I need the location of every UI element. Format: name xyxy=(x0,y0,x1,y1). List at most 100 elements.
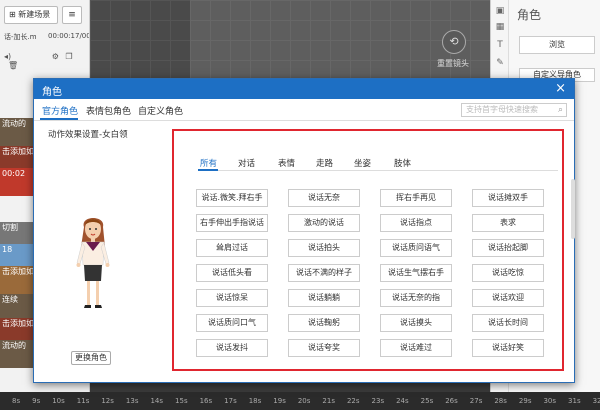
role-source-tabs: 官方角色 表情包角色 自定义角色 支持首字母快速搜索 ⌕ xyxy=(34,99,574,121)
action-button[interactable]: 说话抬起脚 xyxy=(472,239,544,257)
action-button[interactable]: 说话难过 xyxy=(380,339,452,357)
action-button[interactable]: 说话发抖 xyxy=(196,339,268,357)
tab-body[interactable]: 肢体 xyxy=(394,157,411,169)
action-button[interactable]: 表求 xyxy=(472,214,544,232)
action-button[interactable]: 说话质问语气 xyxy=(380,239,452,257)
timeline-tick: 9s xyxy=(32,397,41,405)
action-button[interactable]: 说话低头看 xyxy=(196,264,268,282)
action-category-tabs: 所有 对话 表情 走路 坐姿 肢体 xyxy=(198,155,558,171)
action-button[interactable]: 说话鞠躬 xyxy=(288,314,360,332)
action-button[interactable]: 挥右手再见 xyxy=(380,189,452,207)
menu-icon[interactable]: ≡ xyxy=(62,6,82,24)
tab-dialogue[interactable]: 对话 xyxy=(238,157,255,169)
dialog-header: 角色 × xyxy=(34,79,574,99)
timeline-tick: 17s xyxy=(224,397,237,405)
action-button[interactable]: 说话躺躺 xyxy=(288,289,360,307)
change-role-button[interactable]: 更换角色 xyxy=(71,351,111,365)
picture-icon[interactable]: ▣ xyxy=(495,6,505,16)
copy-icon[interactable]: ❐ xyxy=(65,52,72,61)
timeline-tick: 28s xyxy=(494,397,507,405)
stage-frame xyxy=(190,0,520,82)
right-panel-title: 角色 xyxy=(517,8,542,22)
timeline-tick: 12s xyxy=(101,397,114,405)
scene-name: 话-加长.m xyxy=(4,33,37,41)
tab-custom-roles[interactable]: 自定义角色 xyxy=(138,104,183,117)
timeline-tick: 18s xyxy=(248,397,262,405)
action-button[interactable]: 说话不满的样子 xyxy=(288,264,360,282)
action-button[interactable]: 说话拍头 xyxy=(288,239,360,257)
search-input[interactable]: 支持首字母快速搜索 ⌕ xyxy=(461,103,567,117)
timeline-tick: 31s xyxy=(568,397,581,405)
timeline-tick: 32s xyxy=(592,397,600,405)
timeline-tick: 14s xyxy=(150,397,164,405)
stage-canvas[interactable] xyxy=(90,0,520,82)
timeline-tick: 30s xyxy=(543,397,557,405)
dialog-scrollbar[interactable] xyxy=(571,179,575,239)
tab-expression[interactable]: 表情 xyxy=(278,157,295,169)
timeline-tick: 11s xyxy=(76,397,90,405)
timeline-tick: 13s xyxy=(125,397,139,405)
timeline-tick: 16s xyxy=(199,397,213,405)
tab-all[interactable]: 所有 xyxy=(200,157,217,169)
action-button[interactable]: 说话夸奖 xyxy=(288,339,360,357)
action-button[interactable]: 说话欢迎 xyxy=(472,289,544,307)
search-icon[interactable]: ⌕ xyxy=(558,104,563,116)
browse-button[interactable]: 浏览 xyxy=(519,36,595,54)
timeline-tick: 26s xyxy=(445,397,458,405)
action-setting-label: 动作效果设置-女白领 xyxy=(48,130,128,140)
timeline-tick: 22s xyxy=(346,397,360,405)
timeline-tick: 19s xyxy=(273,397,286,405)
search-placeholder: 支持首字母快速搜索 xyxy=(466,105,538,114)
action-button[interactable]: 说话惊呆 xyxy=(196,289,268,307)
timeline-tick: 15s xyxy=(175,397,188,405)
action-button[interactable]: 激动的说话 xyxy=(288,214,360,232)
brush-icon[interactable]: ✎ xyxy=(495,58,505,68)
timeline-tick: 27s xyxy=(469,397,483,405)
volume-icon[interactable]: ◂) xyxy=(4,52,11,61)
role-dialog: 角色 × 官方角色 表情包角色 自定义角色 支持首字母快速搜索 ⌕ 动作效果设置… xyxy=(33,78,575,383)
new-scene-button[interactable]: ⊞ 新建场景 xyxy=(4,6,58,24)
action-button[interactable]: 说话生气摆右手 xyxy=(380,264,452,282)
scene-toolbar: ◂) ⚙ ❐ 🗑 xyxy=(4,52,88,70)
tab-emoji-roles[interactable]: 表情包角色 xyxy=(86,104,131,117)
scene-duration: 00:00:17/00:03:05 xyxy=(48,32,89,40)
action-panel: 所有 对话 表情 走路 坐姿 肢体 说话.微笑.拜右手 说话无奈 挥右手再见 说话摊双… xyxy=(172,129,564,371)
tab-sitting[interactable]: 坐姿 xyxy=(354,157,371,169)
action-button[interactable]: 说话指点 xyxy=(380,214,452,232)
action-button[interactable]: 耸肩过话 xyxy=(196,239,268,257)
action-button[interactable]: 说话吃惊 xyxy=(472,264,544,282)
action-button[interactable]: 说话长时间 xyxy=(472,314,544,332)
delete-icon[interactable]: 🗑 xyxy=(8,61,18,70)
timeline-tick: 29s xyxy=(518,397,532,405)
timeline-tick: 20s xyxy=(297,397,311,405)
action-button[interactable]: 说话摸头 xyxy=(380,314,452,332)
image-icon[interactable]: ▦ xyxy=(495,22,505,32)
settings-icon[interactable]: ⚙ xyxy=(52,52,59,61)
action-button[interactable]: 说话好笑 xyxy=(472,339,544,357)
action-button[interactable]: 说话无奈的指 xyxy=(380,289,452,307)
timeline-ruler[interactable]: 8s 9s 10s 11s 12s 13s 14s 15s 16s 17s 18s 19s 20s 21s… xyxy=(0,392,600,410)
close-icon[interactable]: × xyxy=(555,81,566,97)
reset-lens-label: 重置镜头 xyxy=(437,59,469,68)
action-button[interactable]: 说话质问口气 xyxy=(196,314,268,332)
tab-walking[interactable]: 走路 xyxy=(316,157,333,169)
plus-icon: ⊞ xyxy=(9,10,19,19)
active-tab-indicator xyxy=(40,118,78,120)
new-scene-label: 新建场景 xyxy=(18,10,51,19)
action-button[interactable]: 说话无奈 xyxy=(288,189,360,207)
timeline-tick: 8s xyxy=(12,397,21,405)
timeline-tick: 25s xyxy=(420,397,434,405)
action-button[interactable]: 说话摊双手 xyxy=(472,189,544,207)
tab-official-roles[interactable]: 官方角色 xyxy=(42,104,78,117)
active-category-indicator xyxy=(198,169,218,171)
character-preview xyxy=(76,218,110,308)
dialog-title: 角色 xyxy=(42,87,62,98)
action-button[interactable]: 右手伸出手指说话 xyxy=(196,214,268,232)
timeline-tick: 10s xyxy=(52,397,65,405)
timeline-tick: 23s xyxy=(371,397,385,405)
timeline-tick: 24s xyxy=(396,397,409,405)
timeline-tick: 21s xyxy=(322,397,335,405)
reset-lens-icon[interactable]: ⟲ xyxy=(442,30,466,54)
action-button[interactable]: 说话.微笑.拜右手 xyxy=(196,189,268,207)
text-icon[interactable]: T xyxy=(495,40,505,50)
